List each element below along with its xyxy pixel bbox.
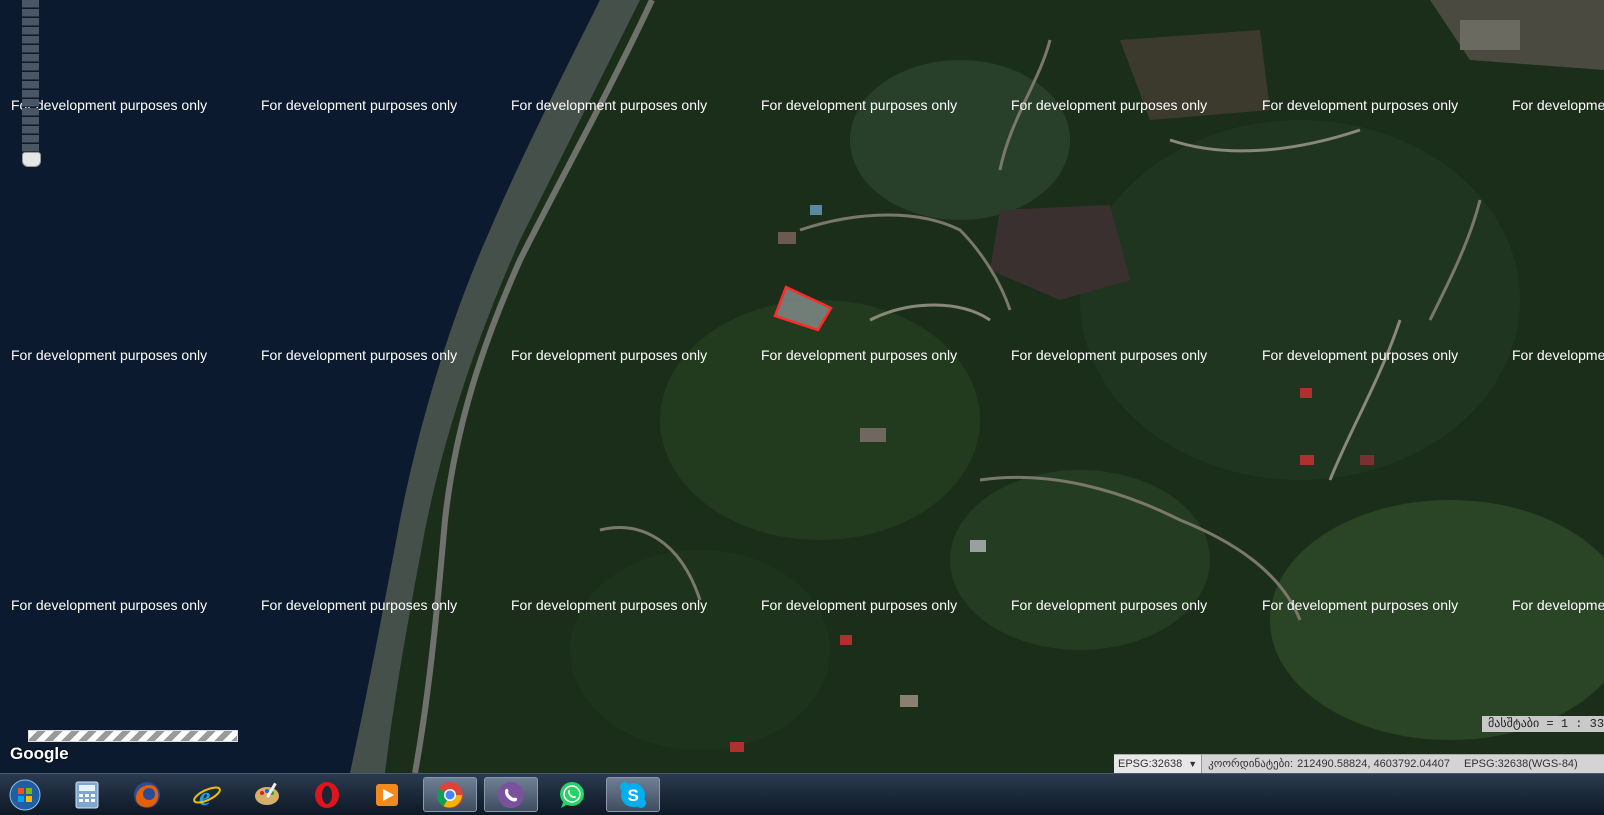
watermark-text: For development purposes only bbox=[511, 347, 708, 363]
start-button[interactable] bbox=[0, 777, 50, 812]
taskbar-chrome[interactable] bbox=[423, 777, 477, 812]
watermark-text: For development purposes only bbox=[261, 347, 458, 363]
windows-start-icon bbox=[9, 779, 41, 810]
watermark-text: For development purposes only bbox=[1262, 97, 1459, 113]
watermark-text: For development purposes only bbox=[11, 597, 208, 613]
watermark-text: For development purposes only bbox=[261, 97, 458, 113]
internet-explorer-icon: e bbox=[193, 782, 221, 810]
taskbar-paint[interactable] bbox=[240, 777, 294, 812]
watermark-text: For development purposes only bbox=[1011, 97, 1208, 113]
taskbar-firefox[interactable] bbox=[120, 777, 174, 812]
whatsapp-icon bbox=[560, 781, 584, 808]
crs-info: EPSG:32638(WGS-84) bbox=[1464, 758, 1578, 770]
watermark-text: For development purposes only bbox=[1262, 347, 1459, 363]
watermark-text: For development purposes only bbox=[1262, 597, 1459, 613]
watermark-text: For development purposes only bbox=[511, 97, 708, 113]
map-status-bar: EPSG:32638 ▼ კოორდინატები: 212490.58824, 46… bbox=[1114, 754, 1604, 773]
svg-text:e: e bbox=[199, 782, 211, 810]
watermark-text: For development purposes only bbox=[11, 347, 208, 363]
taskbar-internet-explorer[interactable]: e bbox=[180, 777, 234, 812]
watermark-text: For development purposes only bbox=[511, 597, 708, 613]
watermark-text: For development purposes only bbox=[1011, 597, 1208, 613]
watermark-text: For development purposes only bbox=[261, 597, 458, 613]
taskbar-calculator[interactable] bbox=[60, 777, 114, 812]
scale-bar bbox=[28, 730, 238, 742]
chevron-down-icon: ▼ bbox=[1188, 759, 1198, 769]
taskbar-media-player[interactable] bbox=[360, 777, 414, 812]
coordinates-value: 212490.58824, 4603792.04407 bbox=[1297, 758, 1450, 770]
watermark-text: For development purposes only bbox=[11, 97, 208, 113]
crs-dropdown-value: EPSG:32638 bbox=[1118, 758, 1183, 770]
watermark-text: For development purposes only bbox=[1011, 347, 1208, 363]
zoom-slider-handle[interactable] bbox=[22, 152, 41, 167]
paint-icon bbox=[255, 782, 279, 805]
viber-icon bbox=[498, 781, 524, 808]
watermark-text: For development purposes only bbox=[1512, 597, 1604, 613]
media-player-icon bbox=[376, 783, 398, 806]
svg-text:S: S bbox=[628, 786, 639, 805]
satellite-map[interactable]: For development purposes only For develop… bbox=[0, 0, 1604, 773]
watermark-text: For development purposes only bbox=[761, 597, 958, 613]
chrome-icon bbox=[436, 781, 463, 808]
selected-parcel[interactable] bbox=[0, 0, 1604, 773]
taskbar-viber[interactable] bbox=[484, 777, 538, 812]
watermark-text: For development purposes only bbox=[1512, 97, 1604, 113]
zoom-slider[interactable] bbox=[22, 0, 41, 167]
scale-readout: მასშტაბი = 1 : 3386 bbox=[1482, 716, 1604, 732]
calculator-icon bbox=[75, 781, 99, 808]
taskbar-whatsapp[interactable] bbox=[545, 777, 599, 812]
taskbar-opera[interactable] bbox=[300, 777, 354, 812]
firefox-icon bbox=[134, 781, 160, 808]
skype-icon: S bbox=[620, 781, 646, 808]
google-logo: Google bbox=[10, 744, 69, 763]
coordinates-label: კოორდინატები: bbox=[1208, 758, 1294, 770]
taskbar-skype[interactable]: S bbox=[606, 777, 660, 812]
watermark-text: For development purposes only bbox=[761, 347, 958, 363]
windows-taskbar: e S bbox=[0, 773, 1604, 815]
crs-dropdown[interactable]: EPSG:32638 ▼ bbox=[1114, 755, 1203, 773]
opera-icon bbox=[315, 781, 339, 808]
watermark-text: For development purposes only bbox=[1512, 347, 1604, 363]
watermark-text: For development purposes only bbox=[761, 97, 958, 113]
